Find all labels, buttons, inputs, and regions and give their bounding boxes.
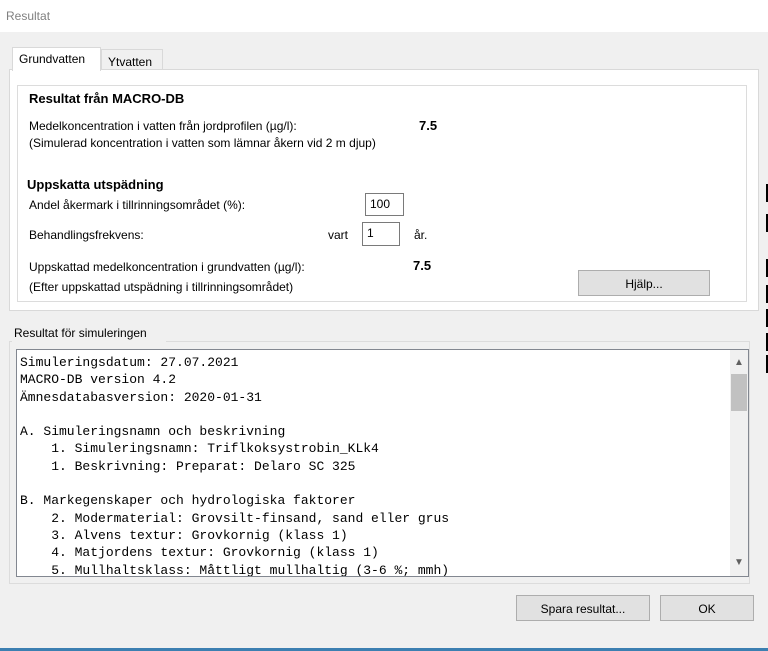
simulation-text: Simuleringsdatum: 27.07.2021 MACRO-DB ve…: [20, 355, 450, 577]
freq-input[interactable]: 1: [362, 222, 400, 246]
result-label: Uppskattad medelkoncentration i grundvat…: [29, 260, 305, 274]
result-value: 7.5: [413, 258, 432, 273]
simulation-frame-top-left: [9, 341, 12, 342]
conc-value: 7.5: [419, 118, 438, 133]
title-bar: Resultat: [0, 0, 768, 32]
save-results-button[interactable]: Spara resultat...: [516, 595, 650, 621]
conc-note: (Simulerad koncentration i vatten som lä…: [29, 136, 376, 150]
share-input[interactable]: 100: [365, 193, 404, 216]
simulation-frame-top-right: [166, 341, 750, 342]
freq-prefix: vart: [328, 228, 349, 242]
simulation-textarea[interactable]: Simuleringsdatum: 27.07.2021 MACRO-DB ve…: [16, 349, 749, 577]
scroll-up-icon[interactable]: ▲: [730, 354, 748, 372]
freq-suffix: år.: [414, 228, 428, 242]
tab-ytvatten-label: Ytvatten: [108, 55, 153, 69]
scroll-thumb[interactable]: [731, 374, 747, 411]
dilution-heading: Uppskatta utspädning: [27, 177, 164, 192]
ok-button[interactable]: OK: [660, 595, 754, 621]
vertical-scrollbar[interactable]: ▲ ▼: [730, 350, 748, 576]
tab-grundvatten-label: Grundvatten: [19, 52, 86, 66]
freq-label: Behandlingsfrekvens:: [29, 228, 144, 242]
conc-label: Medelkoncentration i vatten från jordpro…: [29, 119, 297, 133]
macro-heading: Resultat från MACRO-DB: [29, 91, 185, 106]
result-note: (Efter uppskattad utspädning i tillrinni…: [29, 280, 294, 294]
tab-grundvatten[interactable]: Grundvatten: [12, 47, 101, 71]
tab-ytvatten[interactable]: Ytvatten: [101, 49, 163, 71]
scroll-down-icon[interactable]: ▼: [730, 554, 748, 572]
simulation-group-label: Resultat för simuleringen: [14, 326, 147, 340]
share-label: Andel åkermark i tillrinningsområdet (%)…: [29, 198, 246, 212]
help-button[interactable]: Hjälp...: [578, 270, 710, 296]
window-title: Resultat: [6, 9, 51, 23]
